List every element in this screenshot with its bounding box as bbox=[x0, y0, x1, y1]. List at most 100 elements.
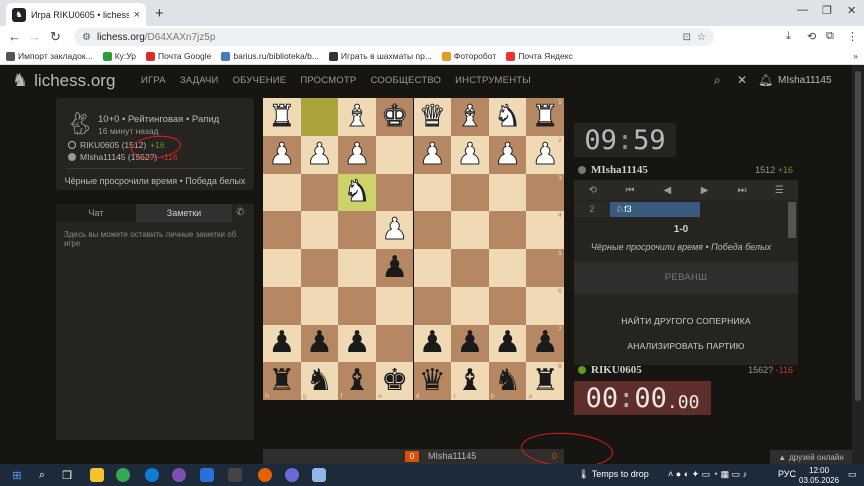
square-a4[interactable]: 4 bbox=[526, 211, 564, 249]
browser-tab[interactable]: ♞ Игра RIKU0605 • lichess.org × bbox=[6, 3, 146, 26]
square-g2[interactable]: ♟ bbox=[300, 135, 339, 174]
black-bishop-icon[interactable]: ♝ bbox=[344, 366, 371, 396]
black-pawn-icon[interactable]: ♟ bbox=[268, 328, 295, 358]
white-rook-icon[interactable]: ♜ bbox=[531, 101, 559, 132]
new-tab-icon[interactable]: + bbox=[155, 5, 164, 22]
square-e7[interactable] bbox=[375, 324, 414, 363]
black-pawn-icon[interactable]: ♟ bbox=[494, 328, 521, 358]
square-c7[interactable]: ♟ bbox=[451, 324, 489, 363]
app-icon[interactable] bbox=[285, 468, 299, 482]
white-pawn-icon[interactable]: ♟ bbox=[268, 139, 296, 170]
square-h4[interactable] bbox=[263, 211, 301, 249]
weather-widget[interactable]: 🌡︎ Temps to drop bbox=[578, 469, 649, 480]
back-icon[interactable]: ← bbox=[8, 29, 21, 44]
square-c5[interactable] bbox=[451, 249, 489, 287]
white-queen-icon[interactable]: ♛ bbox=[418, 101, 446, 132]
white-pawn-icon[interactable]: ♟ bbox=[418, 139, 446, 170]
white-knight-icon[interactable]: ♞ bbox=[343, 176, 371, 207]
taskbar-search-icon[interactable]: ⌕ bbox=[35, 468, 49, 482]
square-b4[interactable] bbox=[488, 211, 527, 249]
square-g4[interactable] bbox=[300, 211, 339, 249]
square-f7[interactable]: ♟ bbox=[338, 324, 376, 363]
notepad-icon[interactable] bbox=[312, 468, 326, 482]
hamburger-menu-icon[interactable]: ☰ bbox=[761, 185, 798, 196]
square-f3[interactable]: ♞ bbox=[338, 173, 376, 212]
challenge-icon[interactable]: ✕ bbox=[737, 73, 747, 87]
site-info-icon[interactable]: ⚙ bbox=[82, 32, 91, 43]
black-queen-icon[interactable]: ♛ bbox=[419, 366, 446, 396]
white-rook-icon[interactable]: ♜ bbox=[268, 101, 296, 132]
square-b2[interactable]: ♟ bbox=[488, 135, 527, 174]
app-icon[interactable] bbox=[228, 468, 242, 482]
square-d3[interactable] bbox=[413, 173, 452, 212]
top-player-name[interactable]: MIsha11145 bbox=[591, 164, 755, 176]
nav-tools[interactable]: ИНСТРУМЕНТЫ bbox=[455, 75, 531, 86]
chess-board[interactable]: ♜ ♝ ♚ ♛ ♝ ♞ ♜ 1 ♟ ♟ ♟ ♟ ♟ ♟ ♟ 2 ♞ 3 ♟ 4 ♟ 5 6 ♟ ♟ ♟ ♟ ♟ ♟ ♟ 7 ♜ h ♞ g ♝ f ♚ e ♛… bbox=[263, 98, 564, 400]
black-rook-icon[interactable]: ♜ bbox=[532, 366, 559, 396]
bookmark-item[interactable]: barius.ru/biblioteka/b... bbox=[221, 51, 319, 61]
square-a1[interactable]: ♜ 1 bbox=[526, 98, 564, 136]
black-pawn-icon[interactable]: ♟ bbox=[306, 328, 333, 358]
bottom-player-line[interactable]: RIKU0605 1562? -116 bbox=[574, 361, 798, 379]
move-row[interactable]: 2 ♘f3 bbox=[574, 202, 788, 217]
rematch-button[interactable]: РЕВАНШ bbox=[574, 262, 798, 294]
square-b3[interactable] bbox=[488, 173, 527, 212]
move-list-scrollbar[interactable] bbox=[788, 202, 796, 238]
edge-icon[interactable] bbox=[145, 468, 159, 482]
black-rook-icon[interactable]: ♜ bbox=[268, 366, 295, 396]
white-bishop-icon[interactable]: ♝ bbox=[456, 101, 484, 132]
black-bishop-icon[interactable]: ♝ bbox=[456, 366, 483, 396]
download-icon[interactable]: ⤓ bbox=[786, 30, 791, 43]
square-e6[interactable] bbox=[375, 286, 414, 325]
square-e1[interactable]: ♚ bbox=[375, 98, 414, 136]
bottom-player-name[interactable]: RIKU0605 bbox=[591, 364, 748, 376]
forward-icon[interactable]: → bbox=[28, 29, 41, 44]
install-app-icon[interactable]: ⊡ bbox=[683, 32, 691, 43]
reload-icon[interactable]: ↻ bbox=[50, 29, 61, 45]
square-f1[interactable]: ♝ bbox=[338, 98, 376, 136]
taskbar-clock[interactable]: 12:00 03.05.2026 bbox=[799, 466, 839, 486]
square-a6[interactable]: 6 bbox=[526, 286, 564, 325]
menu-icon[interactable]: ⋮ bbox=[847, 30, 858, 43]
bookmark-item[interactable]: Фоторобот bbox=[441, 51, 496, 61]
last-move-icon[interactable]: ⏭ bbox=[723, 185, 760, 196]
app-icon[interactable] bbox=[200, 468, 214, 482]
square-h5[interactable] bbox=[263, 249, 301, 287]
square-b7[interactable]: ♟ bbox=[488, 324, 527, 363]
language-indicator[interactable]: РУС bbox=[778, 469, 796, 479]
first-move-icon[interactable]: ⏮ bbox=[611, 185, 648, 196]
url-field[interactable]: ⚙ lichess.org/D64XAXn7jz5p ⊡ ☆ bbox=[74, 28, 714, 46]
square-f6[interactable] bbox=[338, 286, 376, 325]
task-view-icon[interactable]: ❒ bbox=[60, 468, 74, 482]
analyse-button[interactable]: АНАЛИЗИРОВАТЬ ПАРТИЮ bbox=[574, 341, 798, 351]
white-pawn-icon[interactable]: ♟ bbox=[381, 214, 409, 245]
viber-icon[interactable] bbox=[172, 468, 186, 482]
tab-notes[interactable]: Заметки bbox=[136, 204, 232, 222]
square-f4[interactable] bbox=[338, 211, 376, 249]
move-san[interactable]: ♘f3 bbox=[610, 202, 700, 217]
square-d5[interactable] bbox=[413, 249, 452, 287]
square-h7[interactable]: ♟ bbox=[263, 324, 301, 363]
square-e2[interactable] bbox=[375, 135, 414, 174]
prev-move-icon[interactable]: ◀ bbox=[649, 185, 686, 196]
tab-chat[interactable]: Чат bbox=[56, 204, 136, 222]
square-e5[interactable]: ♟ bbox=[375, 249, 414, 287]
extensions-icon[interactable]: ⧉ bbox=[826, 30, 834, 43]
square-h8[interactable]: ♜ h bbox=[263, 362, 301, 400]
top-player-line[interactable]: MIsha11145 1512 +16 bbox=[574, 161, 798, 179]
black-pawn-icon[interactable]: ♟ bbox=[419, 328, 446, 358]
square-a5[interactable]: 5 bbox=[526, 249, 564, 287]
square-f2[interactable]: ♟ bbox=[338, 135, 376, 174]
nav-puzzles[interactable]: ЗАДАЧИ bbox=[180, 75, 219, 86]
square-d4[interactable] bbox=[413, 211, 452, 249]
square-a7[interactable]: ♟ 7 bbox=[526, 324, 564, 363]
square-a2[interactable]: ♟ 2 bbox=[526, 135, 564, 174]
search-icon[interactable]: ⌕ bbox=[714, 73, 721, 88]
notifications-icon[interactable]: ▭ bbox=[848, 469, 857, 480]
black-pawn-icon[interactable]: ♟ bbox=[344, 328, 371, 358]
square-b1[interactable]: ♞ bbox=[488, 98, 527, 136]
square-g8[interactable]: ♞ g bbox=[300, 362, 339, 400]
square-h1[interactable]: ♜ bbox=[263, 98, 301, 136]
file-explorer-icon[interactable] bbox=[90, 468, 104, 482]
square-c8[interactable]: ♝ c bbox=[451, 362, 489, 400]
